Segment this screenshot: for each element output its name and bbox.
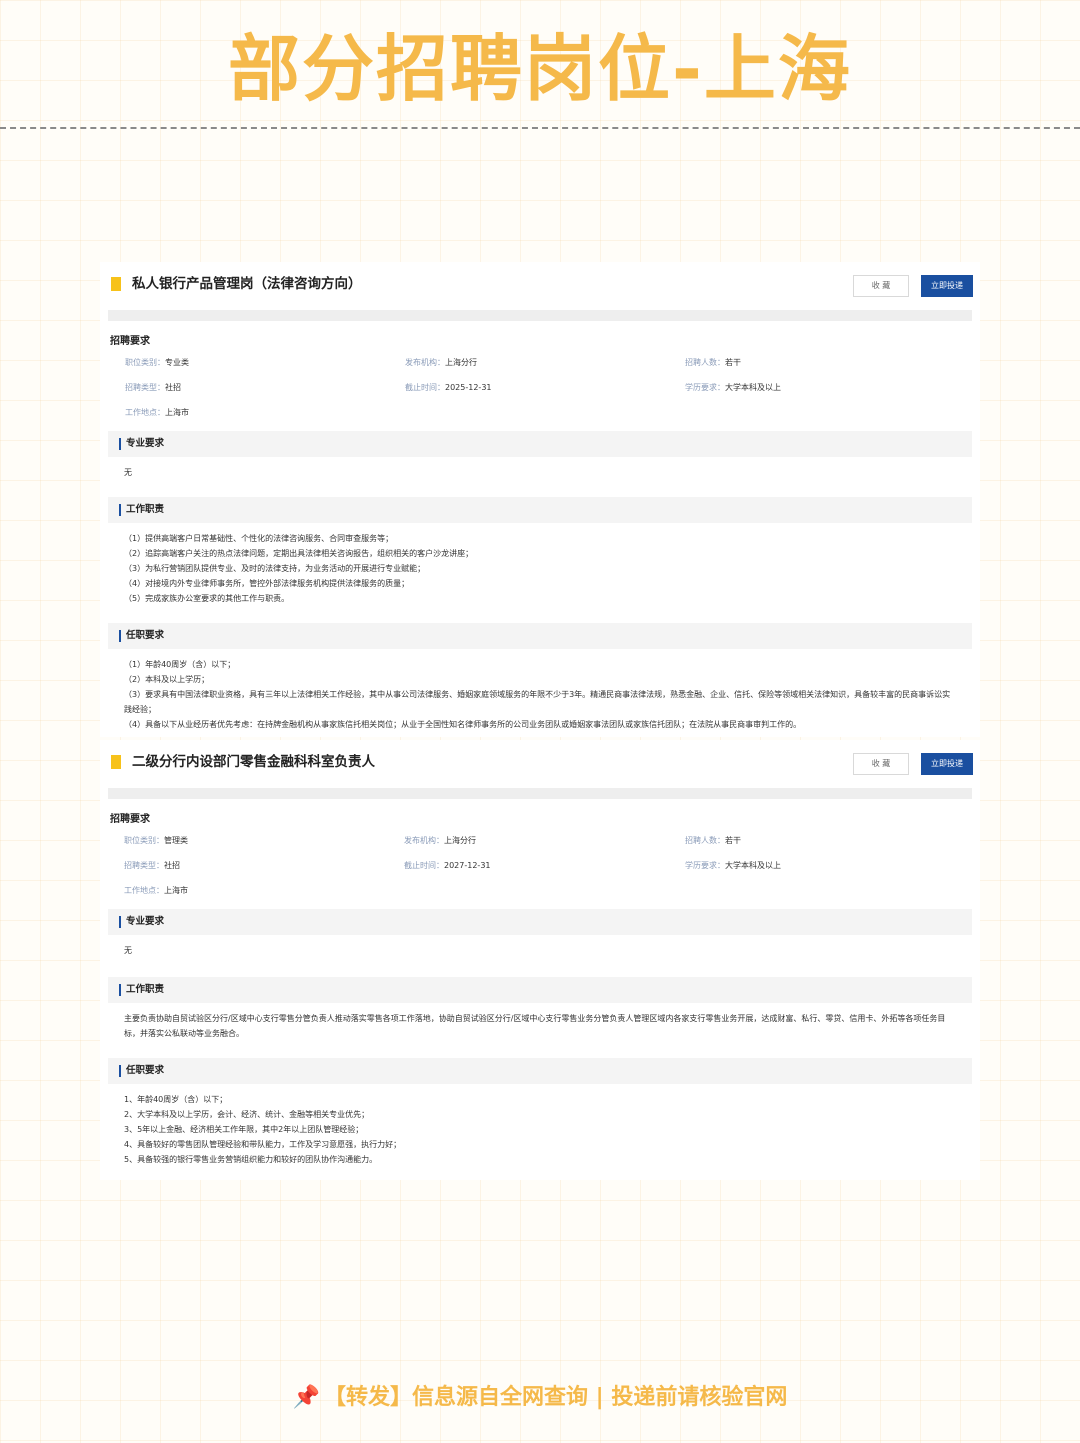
section-header-duties: 工作职责: [108, 497, 972, 523]
bookmark-flag-icon: [111, 277, 121, 291]
section-header-qualifications: 任职要求: [108, 1058, 972, 1084]
bottom-note: 📌 【转发】信息源自全网查询 | 投递前请核验官网: [0, 1382, 1080, 1414]
section-marker-icon: [119, 916, 121, 928]
divider-bar: [108, 310, 972, 321]
info-education: 学历要求：大学本科及以上: [685, 383, 781, 392]
job-title[interactable]: 私人银行产品管理岗（法律咨询方向）: [132, 274, 362, 294]
info-location: 工作地点：上海市: [125, 408, 189, 417]
job-card: 二级分行内设部门零售金融科科室负责人 收 藏 立即投递 招聘要求 职位类别：管理…: [100, 740, 980, 1180]
bookmark-flag-icon: [111, 755, 121, 769]
apply-button[interactable]: 立即投递: [921, 753, 973, 775]
info-org: 发布机构：上海分行: [404, 836, 476, 845]
info-type: 招聘类型：社招: [125, 383, 181, 392]
info-category: 职位类别：管理类: [124, 836, 188, 845]
section-header-major: 专业要求: [108, 431, 972, 457]
section-body: 无: [124, 468, 132, 477]
info-category: 职位类别：专业类: [125, 358, 189, 367]
info-count: 招聘人数：若干: [685, 358, 741, 367]
requirements-title: 招聘要求: [110, 814, 150, 825]
requirements-title: 招聘要求: [110, 336, 150, 347]
divider-bar: [108, 788, 972, 799]
info-org: 发布机构：上海分行: [405, 358, 477, 367]
info-deadline: 截止时间：2027-12-31: [404, 861, 491, 870]
section-body: 1、年龄40周岁（含）以下； 2、大学本科及以上学历，会计、经济、统计、金融等相…: [124, 1095, 402, 1164]
info-location: 工作地点：上海市: [124, 886, 188, 895]
job-title[interactable]: 二级分行内设部门零售金融科科室负责人: [132, 752, 375, 772]
info-count: 招聘人数：若干: [685, 836, 741, 845]
section-body: 主要负责协助自贸试验区分行/区域中心支行零售分管负责人推动落实零售各项工作落地，…: [124, 1014, 946, 1038]
section-marker-icon: [119, 984, 121, 996]
section-body: 无: [124, 946, 132, 955]
section-header-qualifications: 任职要求: [108, 623, 972, 649]
section-marker-icon: [119, 504, 121, 516]
job-header: 二级分行内设部门零售金融科科室负责人 收 藏 立即投递: [108, 740, 973, 788]
job-header: 私人银行产品管理岗（法律咨询方向） 收 藏 立即投递: [108, 262, 973, 310]
favorite-button[interactable]: 收 藏: [853, 753, 909, 775]
info-type: 招聘类型：社招: [124, 861, 180, 870]
job-card: 私人银行产品管理岗（法律咨询方向） 收 藏 立即投递 招聘要求 职位类别：专业类…: [100, 262, 980, 737]
section-header-duties: 工作职责: [108, 977, 972, 1003]
info-deadline: 截止时间：2025-12-31: [405, 383, 492, 392]
section-body: （1）年龄40周岁（含）以下； （2）本科及以上学历； （3）要求具有中国法律职…: [124, 660, 951, 729]
bottom-note-text: 【转发】信息源自全网查询 | 投递前请核验官网: [324, 1385, 788, 1410]
page-title: 部分招聘岗位-上海: [228, 27, 852, 111]
favorite-button[interactable]: 收 藏: [853, 275, 909, 297]
section-marker-icon: [119, 630, 121, 642]
section-body: （1）提供高端客户日常基础性、个性化的法律咨询服务、合同审查服务等； （2）追踪…: [124, 534, 474, 603]
section-marker-icon: [119, 438, 121, 450]
title-divider: [0, 127, 1080, 129]
pushpin-icon: 📌: [292, 1385, 321, 1410]
section-marker-icon: [119, 1065, 121, 1077]
apply-button[interactable]: 立即投递: [921, 275, 973, 297]
info-education: 学历要求：大学本科及以上: [685, 861, 781, 870]
job-info-grid: 职位类别：专业类 发布机构：上海分行 招聘人数：若干 招聘类型：社招 截止时间：…: [108, 353, 972, 431]
section-header-major: 专业要求: [108, 909, 972, 935]
job-info-grid: 职位类别：管理类 发布机构：上海分行 招聘人数：若干 招聘类型：社招 截止时间：…: [108, 831, 972, 909]
